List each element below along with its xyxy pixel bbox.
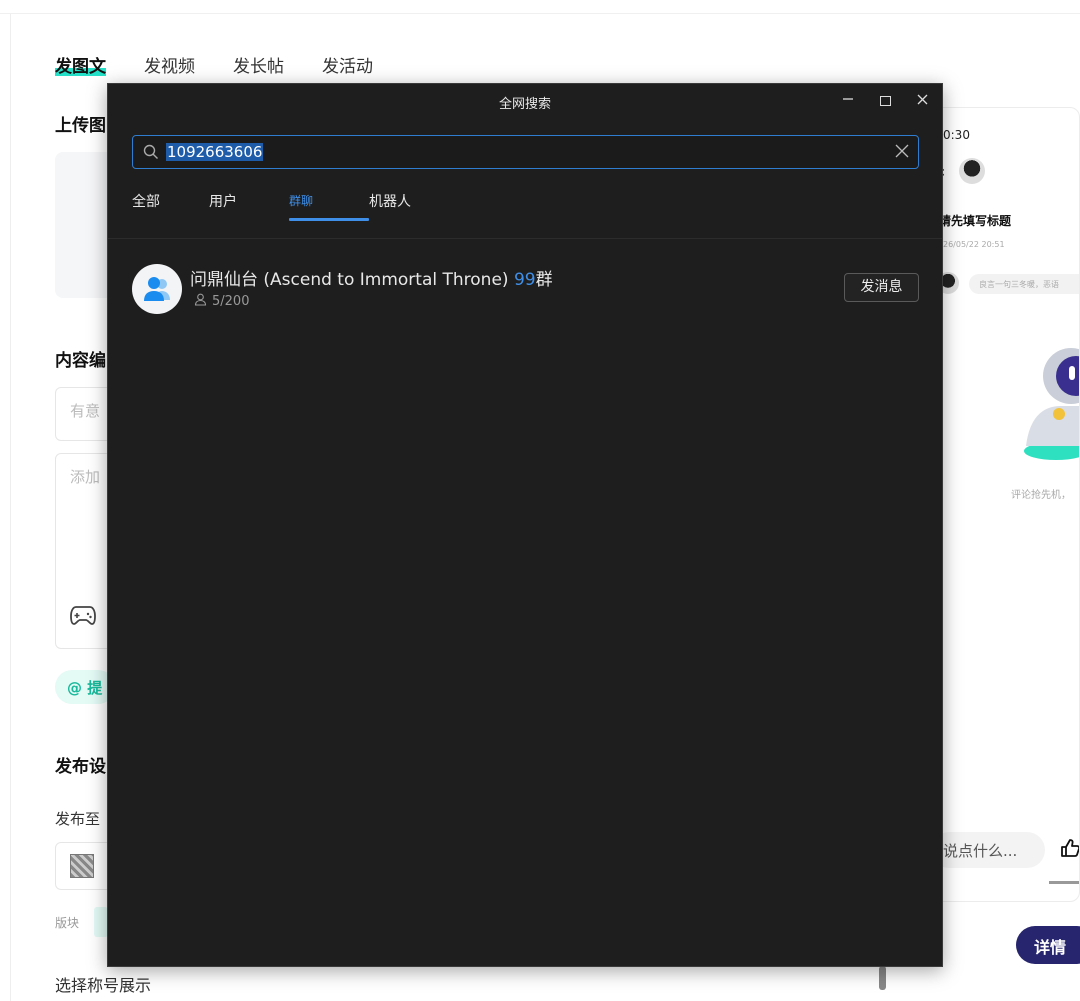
scrollbar-thumb[interactable] xyxy=(879,966,886,990)
tab-users[interactable]: 用户 xyxy=(209,191,289,211)
group-icon xyxy=(132,264,182,314)
post-preview-panel: 0:30 ‹ 请先填写标题 26/05/22 20:51 良言一句三冬暖，恶语 … xyxy=(930,107,1080,902)
page-top-border xyxy=(0,13,1080,14)
member-count-text: 5/200 xyxy=(212,294,250,309)
maximize-icon xyxy=(879,96,891,106)
dialog-title: 全网搜索 xyxy=(498,97,551,112)
preview-tab-indicator xyxy=(1049,881,1079,884)
thumbs-up-icon[interactable] xyxy=(1059,837,1079,864)
close-window-button[interactable] xyxy=(910,90,934,112)
gamepad-icon[interactable] xyxy=(70,604,96,630)
empty-comment-tip: 评论抢先机， xyxy=(1011,490,1071,501)
search-icon xyxy=(143,144,159,164)
body-textarea-placeholder: 添加 xyxy=(70,468,101,486)
search-filter-tabs: 全部 用户 群聊 机器人 xyxy=(132,191,449,221)
tab-group-chats[interactable]: 群聊 xyxy=(289,191,369,221)
search-query-text[interactable]: 1092663606 xyxy=(166,143,264,161)
tab-video-post[interactable]: 发视频 xyxy=(144,52,195,77)
minimize-button[interactable] xyxy=(836,90,860,112)
list-item[interactable]: 问鼎仙台 (Ascend to Immortal Throne) 99群 5/2… xyxy=(132,260,919,320)
board-thumbnail xyxy=(70,854,94,878)
robot-mascot-icon xyxy=(1021,346,1079,470)
publish-to-label: 发布至 xyxy=(55,810,101,828)
tab-event-post[interactable]: 发活动 xyxy=(322,52,373,77)
mention-button[interactable]: @ 提 xyxy=(55,670,115,704)
tab-image-post[interactable]: 发图文 xyxy=(55,52,106,77)
title-input[interactable]: 有意 xyxy=(55,387,115,441)
content-section-title: 内容编 xyxy=(55,351,106,371)
publish-section-title: 发布设 xyxy=(55,757,106,777)
author-avatar xyxy=(959,158,985,184)
maximize-button[interactable] xyxy=(873,90,897,112)
tab-all[interactable]: 全部 xyxy=(132,191,209,211)
group-name: 问鼎仙台 (Ascend to Immortal Throne) 99群 xyxy=(190,265,553,290)
comment-input[interactable]: 说点什么... xyxy=(931,832,1045,868)
group-name-text: 问鼎仙台 (Ascend to Immortal Throne) xyxy=(190,270,514,290)
preview-time: 0:30 xyxy=(943,128,970,142)
image-upload-area[interactable] xyxy=(55,152,115,298)
person-icon xyxy=(194,293,207,310)
board-label: 版块 xyxy=(55,916,80,930)
search-input[interactable]: 1092663606 xyxy=(132,135,919,169)
editor-tabs: 发图文 发视频 发长帖 发活动 xyxy=(55,52,373,77)
send-message-button[interactable]: 发消息 xyxy=(844,273,919,302)
tabs-divider xyxy=(108,238,942,239)
tab-long-post[interactable]: 发长帖 xyxy=(233,52,284,77)
preview-post-title: 请先填写标题 xyxy=(939,214,1012,228)
board-select[interactable] xyxy=(55,842,115,890)
group-name-suffix: 群 xyxy=(535,270,553,290)
preview-date: 26/05/22 20:51 xyxy=(943,240,1005,249)
comment-hint: 良言一句三冬暖，恶语 xyxy=(969,274,1079,294)
badge-display-label: 选择称号展示 xyxy=(55,976,152,995)
page-left-border xyxy=(10,14,11,1001)
detail-button[interactable]: 详情 xyxy=(1016,926,1080,964)
clear-search-icon[interactable] xyxy=(894,143,910,163)
title-input-placeholder: 有意 xyxy=(70,402,101,420)
global-search-dialog: 全网搜索 1092663606 全部 用户 群聊 机器人 问鼎仙台 (Ascen… xyxy=(107,83,943,967)
member-count: 5/200 xyxy=(194,293,249,310)
board-chip[interactable] xyxy=(94,907,108,937)
group-name-highlight: 99 xyxy=(513,270,536,290)
upload-section-title: 上传图 xyxy=(55,116,106,136)
tab-bots[interactable]: 机器人 xyxy=(369,191,449,211)
